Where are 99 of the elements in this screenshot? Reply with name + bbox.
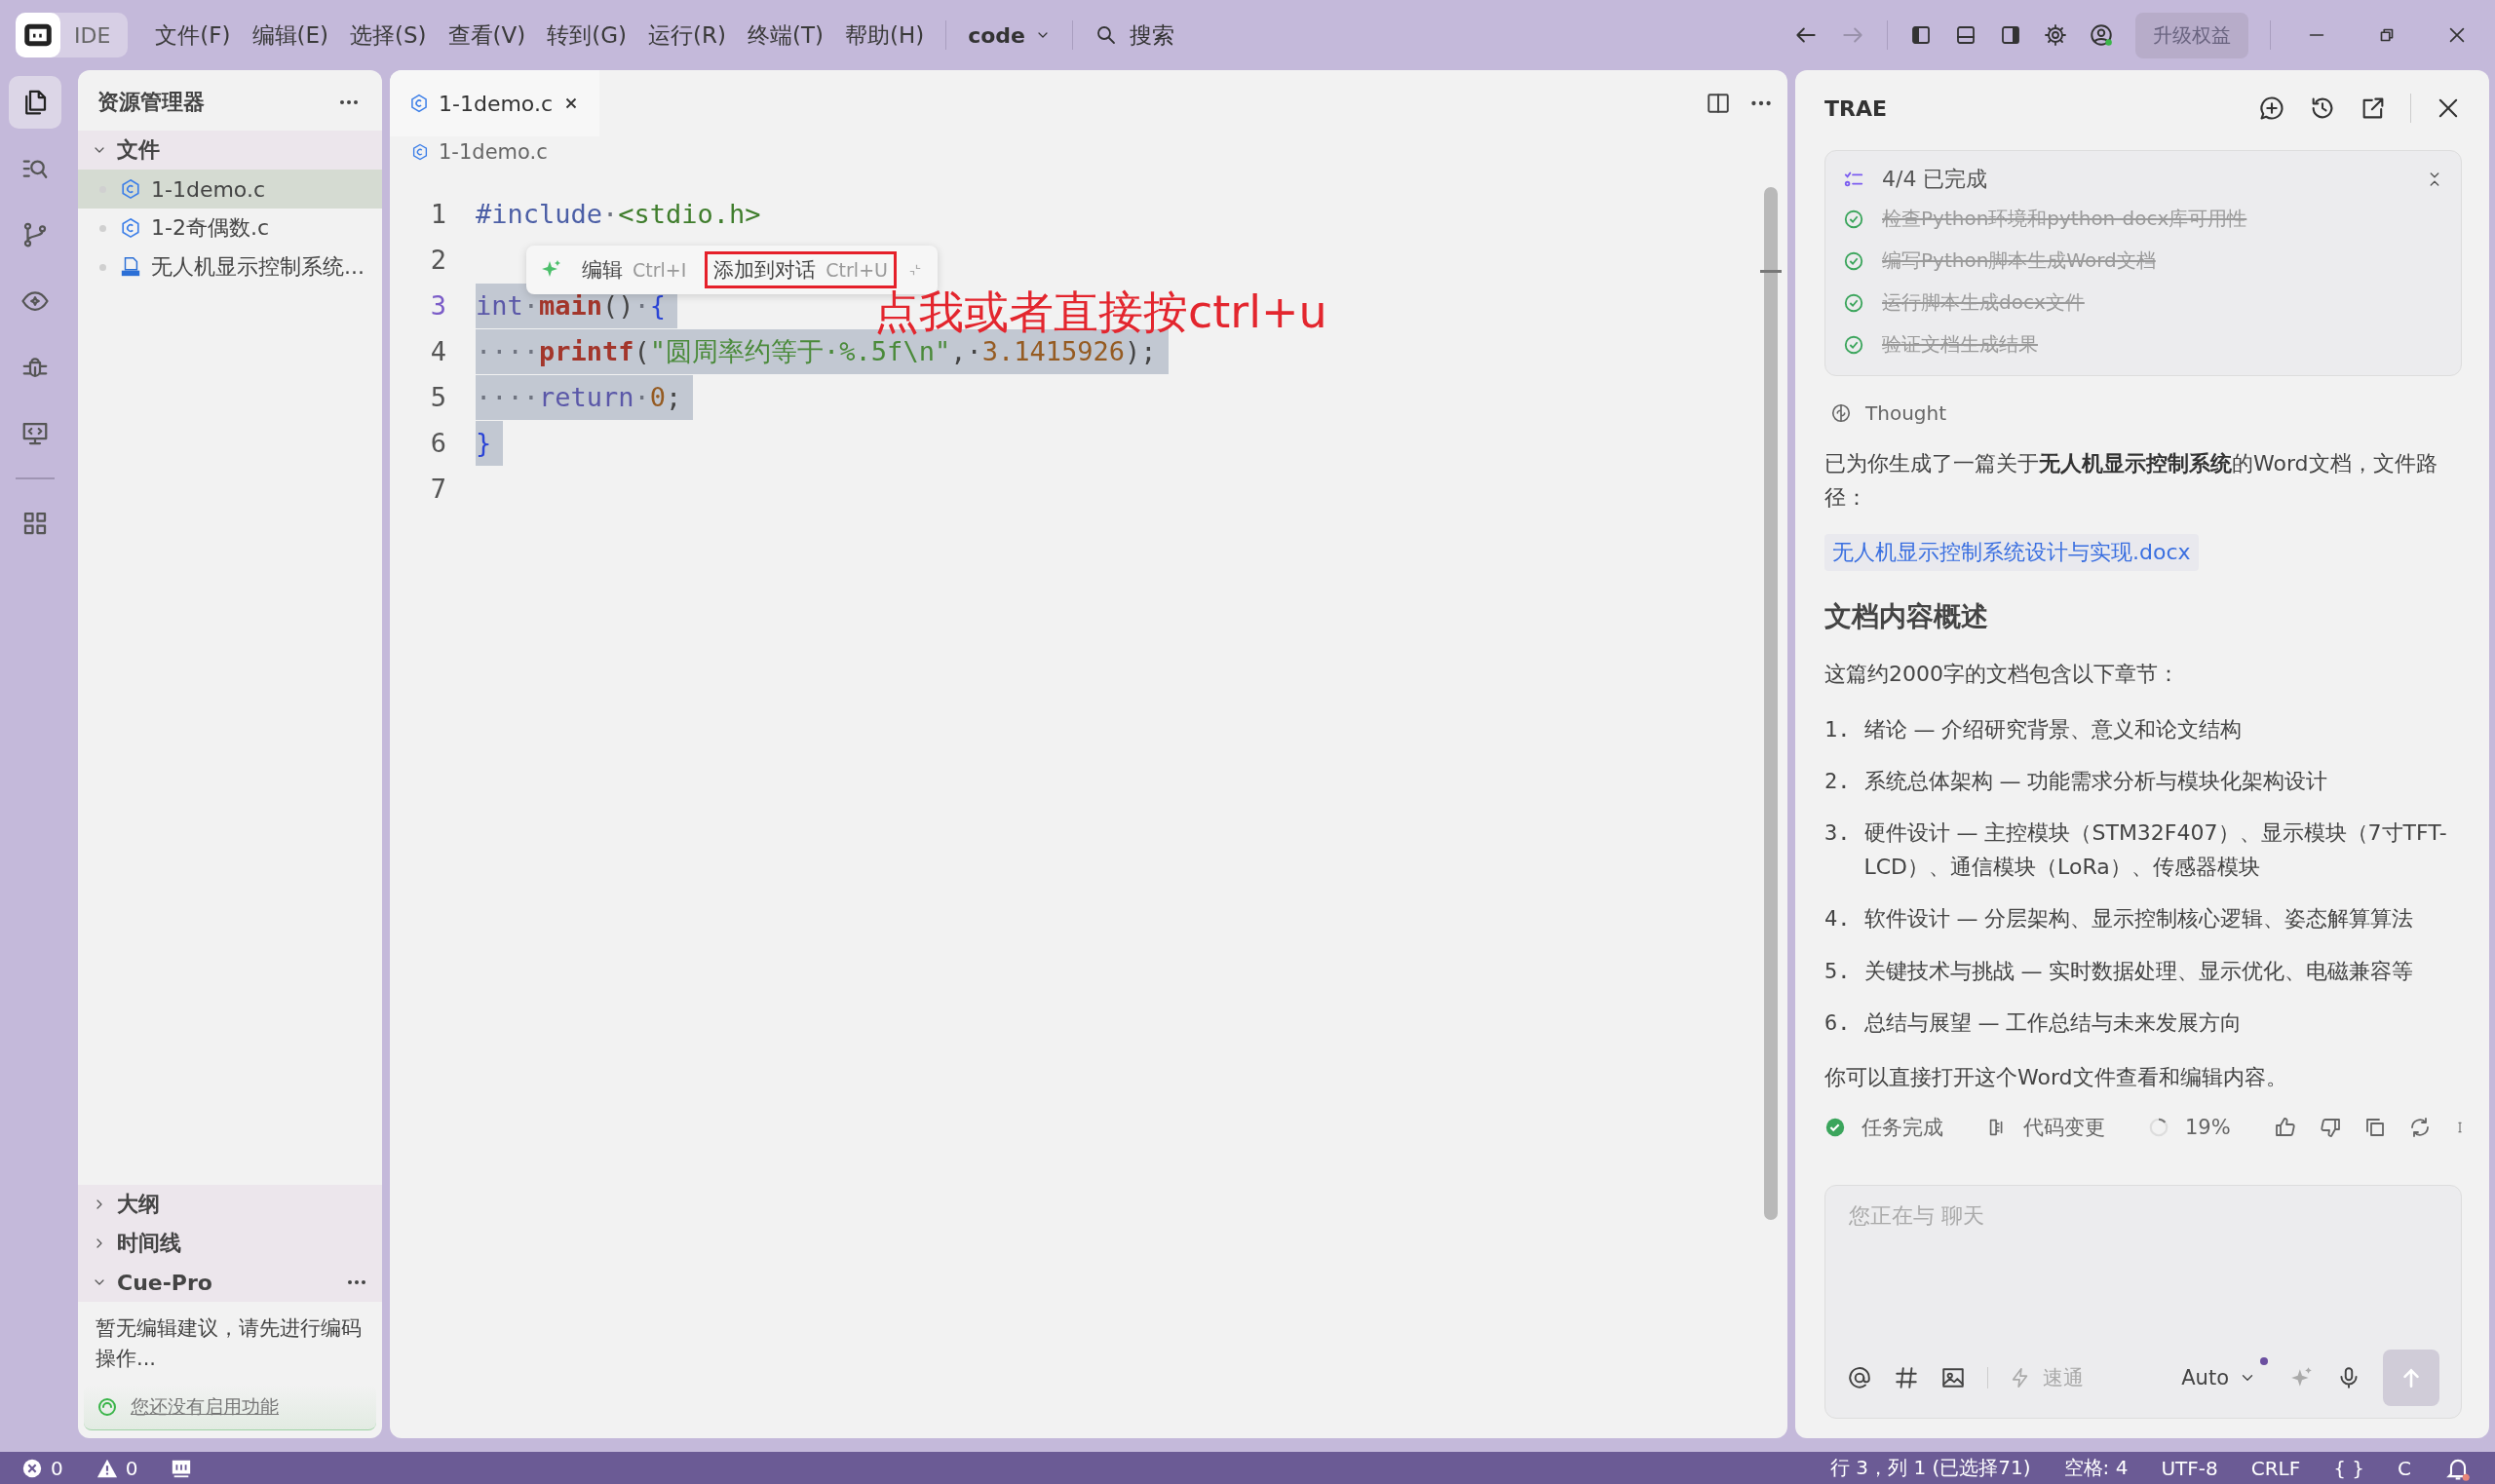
panel-title: TRAE <box>1824 95 1887 121</box>
task-item: 编写Python脚本生成Word文档 <box>1882 247 2156 274</box>
thought-toggle[interactable]: Thought <box>1830 401 2462 425</box>
mention-icon[interactable] <box>1847 1365 1872 1390</box>
code-line: #include·<stdio.h> <box>476 197 762 231</box>
warning-count[interactable]: 0 <box>96 1456 138 1480</box>
file-link[interactable]: 无人机显示控制系统设计与实现.docx <box>1824 534 2199 572</box>
status-item[interactable]: UTF-8 <box>2161 1456 2218 1480</box>
split-editor-icon[interactable] <box>1706 91 1731 116</box>
scrollbar[interactable] <box>1764 187 1778 1220</box>
left-panel-icon[interactable] <box>1909 23 1933 47</box>
list-number: 1. <box>1824 715 1851 743</box>
code-changes-button[interactable]: 代码变更 <box>1986 1114 2105 1142</box>
list-item-text: 系统总体架构 — 功能需求分析与模块化架构设计 <box>1863 767 2328 795</box>
status-item[interactable]: CRLF <box>2250 1456 2301 1480</box>
line-number: 1 <box>429 199 446 229</box>
section-label: Cue-Pro <box>117 1270 212 1295</box>
chat-input[interactable]: 您正在与 聊天 速通 Auto <box>1824 1185 2462 1419</box>
status-item[interactable]: C <box>2398 1456 2411 1480</box>
right-panel-icon[interactable] <box>1999 23 2022 47</box>
line-number: 2 <box>429 245 446 275</box>
app-label: IDE <box>74 22 111 48</box>
search-field[interactable]: 搜索 <box>1094 19 1175 51</box>
section-header[interactable]: 文件 <box>78 131 382 170</box>
editor-tab[interactable]: 1-1demo.c <box>390 70 600 136</box>
model-dropdown[interactable]: Auto <box>2181 1366 2256 1389</box>
menu-item[interactable]: 查看(V) <box>447 19 526 51</box>
dot-icon <box>99 224 106 232</box>
breadcrumb[interactable]: 1-1demo.c <box>390 136 569 168</box>
swirl-icon <box>96 1395 119 1419</box>
scroll-marker <box>1760 270 1782 273</box>
panel-title: 资源管理器 <box>97 89 206 116</box>
message-text: 已为你生成了一篇关于无人机显示控制系统的Word文档，文件路径： <box>1824 450 2438 513</box>
menu-item[interactable]: 选择(S) <box>350 19 427 51</box>
list-number: 5. <box>1824 957 1851 985</box>
spinner-icon <box>2148 1117 2169 1139</box>
menu-item[interactable]: 转到(G) <box>547 19 628 51</box>
list-number: 3. <box>1824 818 1851 847</box>
file-item[interactable]: 1-1demo.c <box>78 170 382 209</box>
account-icon[interactable] <box>2089 22 2114 48</box>
task-summary: 4/4 已完成 <box>1882 166 1988 193</box>
status-item[interactable]: 行 3，列 1 (已选择71) <box>1830 1455 2031 1481</box>
c-file-icon <box>411 143 429 161</box>
menu-item[interactable]: 运行(R) <box>648 19 726 51</box>
list-item-text: 软件设计 — 分层架构、显示控制核心逻辑、姿态解算算法 <box>1863 905 2414 933</box>
status-item[interactable]: 空格: 4 <box>2063 1455 2129 1481</box>
file-item[interactable]: 无人机显示控制系统... <box>78 247 382 286</box>
c-file-icon <box>409 94 429 113</box>
error-count[interactable]: 0 <box>21 1456 63 1480</box>
line-number: 4 <box>429 336 446 366</box>
section-header[interactable]: 时间线 <box>78 1224 382 1264</box>
file-item[interactable]: 1-2奇偶数.c <box>78 209 382 247</box>
c-file-icon <box>120 217 141 239</box>
bottom-panel-icon[interactable] <box>1954 23 1977 47</box>
section-header[interactable]: Cue-Pro <box>78 1263 382 1303</box>
line-number: 5 <box>429 382 446 412</box>
task-item: 检查Python环境和python-docx库可用性 <box>1882 206 2247 232</box>
list-item-text: 绪论 — 介绍研究背景、意义和论文结构 <box>1863 715 2243 743</box>
progress-indicator: 19% <box>2148 1116 2231 1140</box>
menu-item[interactable]: 文件(F) <box>155 19 231 51</box>
c-file-icon <box>120 178 141 200</box>
new-chat-icon[interactable] <box>2258 95 2285 122</box>
notification-dot <box>2260 1357 2268 1365</box>
line-number: 7 <box>429 474 446 504</box>
list-number: 2. <box>1824 767 1851 795</box>
section-header[interactable]: 大纲 <box>78 1185 382 1225</box>
list-number: 4. <box>1824 905 1851 933</box>
list-number: 6. <box>1824 1008 1851 1037</box>
document-file-icon <box>120 256 141 278</box>
popup-action[interactable]: 添加到对话 Ctrl+U <box>705 251 897 288</box>
hint-text: 暂无编辑建议，请先进行编码操作... <box>95 1315 363 1372</box>
menu-item[interactable]: 帮助(H) <box>844 19 925 51</box>
dot-icon <box>99 263 106 271</box>
task-item: 验证文档生成结果 <box>1882 331 2038 358</box>
logo-icon <box>16 13 60 57</box>
image-icon[interactable] <box>1940 1365 1966 1390</box>
message-text: 你可以直接打开这个Word文件查看和编辑内容。 <box>1824 1063 2288 1091</box>
section-label: 大纲 <box>117 1191 160 1219</box>
settings-icon[interactable] <box>2044 23 2067 47</box>
intro-text: 这篇约2000字的文档包含以下章节： <box>1824 661 2180 689</box>
section-label: 文件 <box>117 136 160 164</box>
menu-item[interactable]: 编辑(E) <box>251 19 328 51</box>
menu-item[interactable]: 终端(T) <box>747 19 824 51</box>
check-circle-icon <box>1824 1117 1846 1139</box>
task-status: 任务完成 <box>1824 1114 1943 1142</box>
task-item: 运行脚本生成docx文件 <box>1882 289 2085 316</box>
status-item[interactable]: { } <box>2333 1456 2365 1480</box>
hash-icon[interactable] <box>1894 1365 1919 1390</box>
error-icon <box>21 1457 43 1479</box>
list-item-text: 总结与展望 — 工作总结与未来发展方向 <box>1863 1008 2243 1037</box>
line-number: 3 <box>429 290 446 321</box>
section-label: 时间线 <box>117 1230 181 1258</box>
section-heading: 文档内容概述 <box>1824 599 1989 635</box>
project-dropdown[interactable]: code <box>968 22 1052 48</box>
list-item-text: 关键技术与挑战 — 实时数据处理、显示优化、电磁兼容等 <box>1863 957 2414 985</box>
thumbs-down-icon[interactable] <box>2318 1116 2342 1140</box>
list-item-text: 硬件设计 — 主控模块（STM32F407）、显示模块（7寸TFT-LCD）、通信模块（LoRa）、传感器模块 <box>1863 818 2448 882</box>
line-number: 6 <box>429 428 446 458</box>
activity-button[interactable] <box>9 76 61 129</box>
